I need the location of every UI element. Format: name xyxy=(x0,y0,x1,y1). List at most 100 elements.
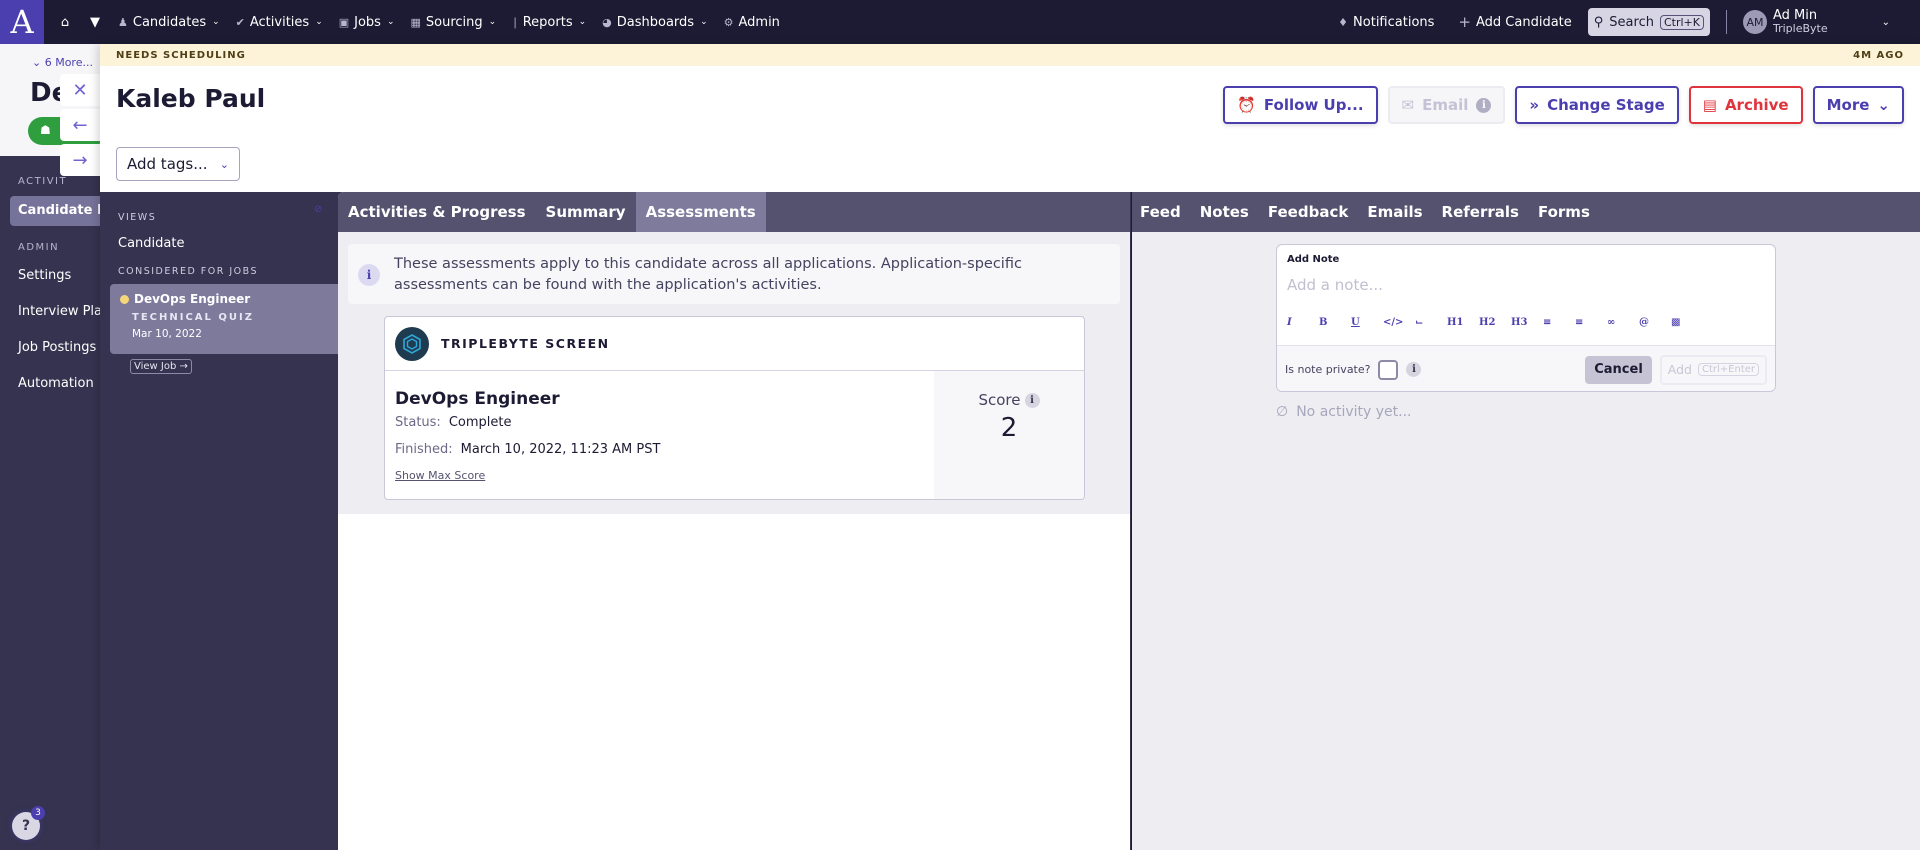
heading-1-icon[interactable]: H1 xyxy=(1447,317,1479,328)
sidebar-section-label: ADMIN xyxy=(18,242,60,253)
gear-icon: ⚙ xyxy=(723,15,734,29)
assessment-card: TRIPLEBYTE SCREEN DevOps Engineer Status… xyxy=(384,316,1085,500)
chevron-down-icon: ⌄ xyxy=(700,17,708,27)
nav-jobs[interactable]: ▣ Jobs ⌄ xyxy=(339,15,395,30)
tab-notes[interactable]: Notes xyxy=(1200,203,1249,221)
file-icon[interactable]: ▩ xyxy=(1671,317,1703,328)
tab-assessments[interactable]: Assessments xyxy=(635,192,766,232)
show-max-score-link[interactable]: Show Max Score xyxy=(395,469,924,482)
views-sidebar: VIEWS ⊘ Candidate CONSIDERED FOR JOBS De… xyxy=(100,192,338,850)
link-icon[interactable]: ∞ xyxy=(1607,317,1639,328)
email-button[interactable]: ✉ Email i xyxy=(1387,86,1506,124)
score-panel: Score i 2 xyxy=(934,371,1084,499)
bullet-list-icon[interactable]: ≡ xyxy=(1575,317,1607,328)
sidebar-item-interview-plan[interactable]: Interview Plan xyxy=(18,304,110,319)
chevron-down-icon: ⌄ xyxy=(488,17,497,27)
search-shortcut: Ctrl+K xyxy=(1659,14,1704,30)
candidate-name: Kaleb Paul xyxy=(116,84,266,113)
nav-candidates[interactable]: ♟ Candidates ⌄ xyxy=(118,15,220,30)
tab-feedback[interactable]: Feedback xyxy=(1268,203,1348,221)
info-text: These assessments apply to this candidat… xyxy=(394,256,1022,293)
tab-feed[interactable]: Feed xyxy=(1140,203,1181,221)
add-note-button[interactable]: Add Ctrl+Enter xyxy=(1659,354,1767,385)
status-banner: NEEDS SCHEDULING 4M AGO xyxy=(100,44,1920,66)
status-badge: NEEDS SCHEDULING xyxy=(116,49,246,61)
status-time: 4M AGO xyxy=(1853,49,1904,61)
nav-sourcing[interactable]: ▦ Sourcing ⌄ xyxy=(411,15,497,30)
add-tags-select[interactable]: Add tags... ⌄ xyxy=(116,147,240,181)
nav-admin[interactable]: ⚙ Admin xyxy=(724,15,780,30)
nav-activities[interactable]: ✔ Activities ⌄ xyxy=(236,15,323,30)
mention-icon[interactable]: @ xyxy=(1639,317,1671,328)
sidebar-item-automation[interactable]: Automation xyxy=(18,376,94,391)
candidate-drawer: NEEDS SCHEDULING 4M AGO Kaleb Paul ⏰ Foll… xyxy=(100,44,1920,850)
empty-icon: ∅ xyxy=(1276,404,1289,420)
tab-summary[interactable]: Summary xyxy=(536,192,636,232)
follow-up-button[interactable]: ⏰ Follow Up... xyxy=(1223,86,1378,124)
assessment-header: TRIPLEBYTE SCREEN xyxy=(385,317,1084,371)
alarm-clock-icon: ⏰ xyxy=(1237,96,1256,114)
tab-forms[interactable]: Forms xyxy=(1538,203,1590,221)
close-icon[interactable]: ✕ xyxy=(60,74,100,106)
heading-2-icon[interactable]: H2 xyxy=(1479,317,1511,328)
info-icon[interactable]: i xyxy=(1406,362,1422,377)
note-input[interactable] xyxy=(1287,273,1757,297)
private-checkbox[interactable] xyxy=(1378,359,1399,380)
double-chevron-right-icon: » xyxy=(1529,96,1540,114)
info-icon: i xyxy=(358,264,380,286)
eye-slash-icon[interactable]: ⊘ xyxy=(314,204,322,215)
avatar: AM xyxy=(1742,10,1767,34)
chevron-down-icon: ⌄ xyxy=(578,17,587,27)
user-menu[interactable]: AM Ad Min TripleByte ⌄ xyxy=(1742,9,1890,35)
more-button[interactable]: More ⌄ xyxy=(1812,86,1904,124)
sidebar-item-settings[interactable]: Settings xyxy=(18,268,71,283)
view-candidate[interactable]: Candidate xyxy=(118,236,184,251)
notifications-button[interactable]: ♦ Notifications xyxy=(1338,15,1434,30)
tab-activities-progress[interactable]: Activities & Progress xyxy=(338,192,536,232)
status-dot xyxy=(120,294,129,304)
note-footer: Is note private? i Cancel Add Ctrl+Enter xyxy=(1277,345,1775,391)
view-job-button[interactable]: View Job → xyxy=(130,359,192,374)
job-card[interactable]: DevOps Engineer TECHNICAL QUIZ Mar 10, 2… xyxy=(110,284,338,354)
search-button[interactable]: ⚲ Search Ctrl+K xyxy=(1587,8,1710,36)
tab-emails[interactable]: Emails xyxy=(1367,203,1422,221)
views-label: VIEWS xyxy=(118,212,157,223)
assessment-finished: March 10, 2022, 11:23 AM PST xyxy=(460,442,661,457)
info-icon: i xyxy=(1476,97,1492,113)
assessments-content: i These assessments apply to this candid… xyxy=(338,232,1130,514)
arrow-left-icon[interactable]: ← xyxy=(60,109,100,141)
nav-dashboards[interactable]: ◕ Dashboards ⌄ xyxy=(602,15,707,30)
chevron-down-icon: ⌄ xyxy=(1881,16,1890,28)
underline-icon[interactable]: U xyxy=(1351,317,1383,328)
drawer-controls: ✕ ← → xyxy=(60,74,100,179)
add-candidate-button[interactable]: + Add Candidate xyxy=(1458,13,1571,31)
code-block-icon[interactable]: ⌙ xyxy=(1415,317,1447,328)
add-note-form: Add Note I B U </> ⌙ H1 H2 H3 ≡ ≡ ∞ @ ▩ xyxy=(1276,244,1776,392)
more-link[interactable]: ⌄ 6 More... xyxy=(32,56,93,69)
app-logo[interactable]: A xyxy=(0,0,44,44)
triplebyte-logo-icon xyxy=(395,326,429,361)
assessment-provider: TRIPLEBYTE SCREEN xyxy=(441,336,610,351)
formatting-toolbar: I B U </> ⌙ H1 H2 H3 ≡ ≡ ∞ @ ▩ xyxy=(1287,317,1703,328)
arrow-right-icon[interactable]: → xyxy=(60,144,100,176)
archive-button[interactable]: ▤ Archive xyxy=(1688,86,1803,124)
change-stage-button[interactable]: » Change Stage xyxy=(1515,86,1679,124)
ordered-list-icon[interactable]: ≡ xyxy=(1543,317,1575,328)
bell-icon: ♦ xyxy=(1338,15,1349,29)
drawer-body: VIEWS ⊘ Candidate CONSIDERED FOR JOBS De… xyxy=(100,192,1920,850)
nav-reports[interactable]: ∣ Reports ⌄ xyxy=(512,15,586,30)
info-icon[interactable]: i xyxy=(1024,392,1040,408)
bold-icon[interactable]: B xyxy=(1319,317,1351,328)
sidebar-item-job-postings[interactable]: Job Postings xyxy=(18,340,96,355)
cancel-button[interactable]: Cancel xyxy=(1585,355,1652,384)
check-circle-icon: ✔ xyxy=(235,15,245,29)
code-icon[interactable]: </> xyxy=(1383,317,1415,328)
filter-icon[interactable]: ▼ xyxy=(80,15,110,30)
heading-3-icon[interactable]: H3 xyxy=(1511,317,1543,328)
italic-icon[interactable]: I xyxy=(1287,317,1319,328)
score-label: Score xyxy=(978,391,1021,409)
right-panel: Feed Notes Feedback Emails Referrals For… xyxy=(1131,192,1920,850)
home-icon[interactable]: ⌂ xyxy=(50,15,80,30)
center-panel: Activities & Progress Summary Assessment… xyxy=(338,192,1130,850)
tab-referrals[interactable]: Referrals xyxy=(1442,203,1519,221)
